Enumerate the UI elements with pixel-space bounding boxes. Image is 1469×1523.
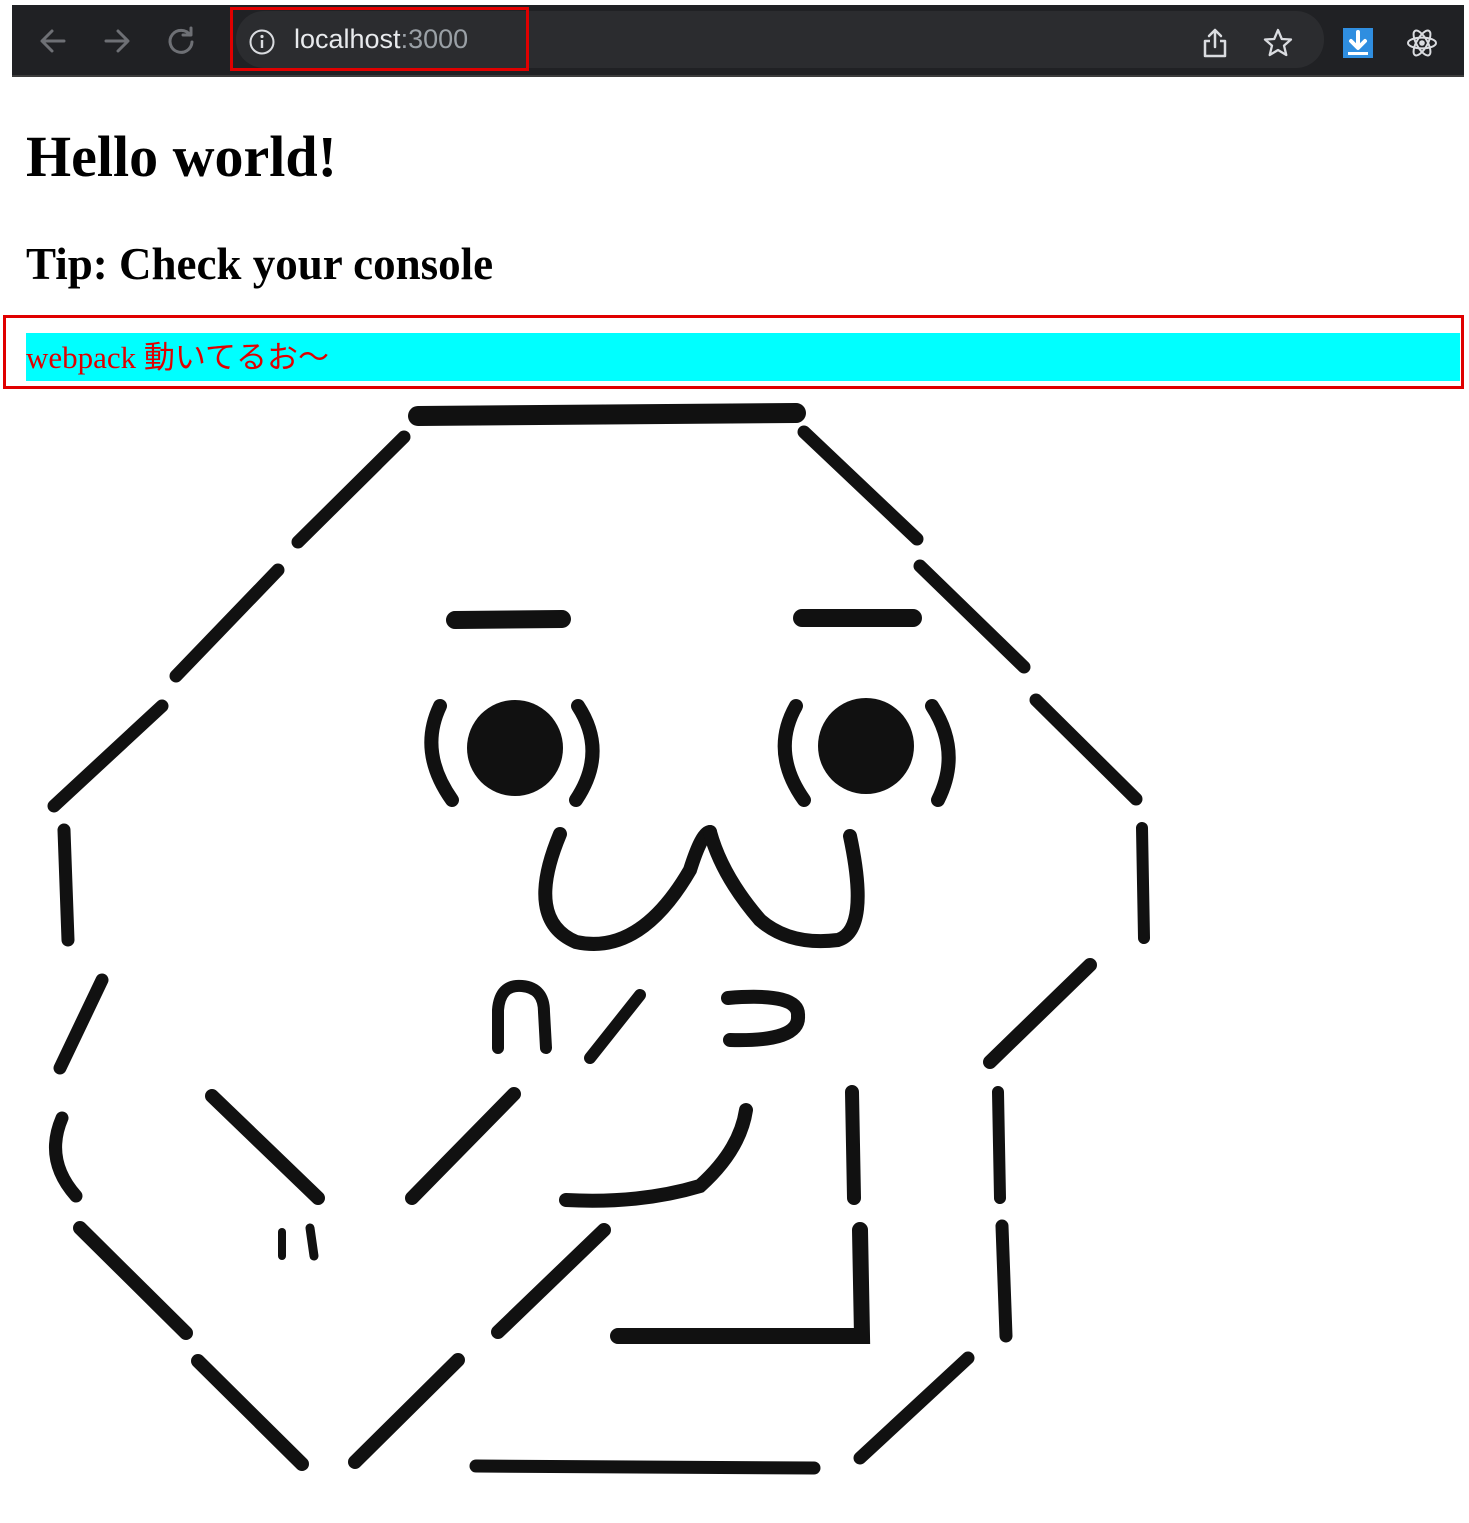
download-extension-button[interactable] <box>1341 25 1375 61</box>
url-text[interactable]: localhost:3000 <box>294 21 468 57</box>
info-icon <box>249 29 275 55</box>
download-icon <box>1343 28 1373 58</box>
site-info-button[interactable] <box>248 28 276 56</box>
arrow-right-icon <box>104 29 130 53</box>
url-host: localhost <box>294 24 401 54</box>
star-icon <box>1263 28 1293 57</box>
react-devtools-button[interactable] <box>1405 25 1439 61</box>
share-button[interactable] <box>1198 25 1232 61</box>
url-port: :3000 <box>400 24 469 54</box>
bookmark-button[interactable] <box>1261 25 1295 61</box>
forward-button[interactable] <box>100 24 134 58</box>
tip-heading: Tip: Check your console <box>26 239 494 289</box>
reload-button[interactable] <box>164 24 198 58</box>
back-button[interactable] <box>36 24 70 58</box>
browser-toolbar <box>12 5 1464 77</box>
status-highlight-box <box>3 315 1464 389</box>
yaruo-illustration <box>47 403 1150 1475</box>
page-title: Hello world! <box>26 124 337 189</box>
react-icon <box>1407 29 1437 57</box>
reload-icon <box>168 26 194 54</box>
share-icon <box>1203 28 1227 58</box>
arrow-left-icon <box>40 29 66 53</box>
